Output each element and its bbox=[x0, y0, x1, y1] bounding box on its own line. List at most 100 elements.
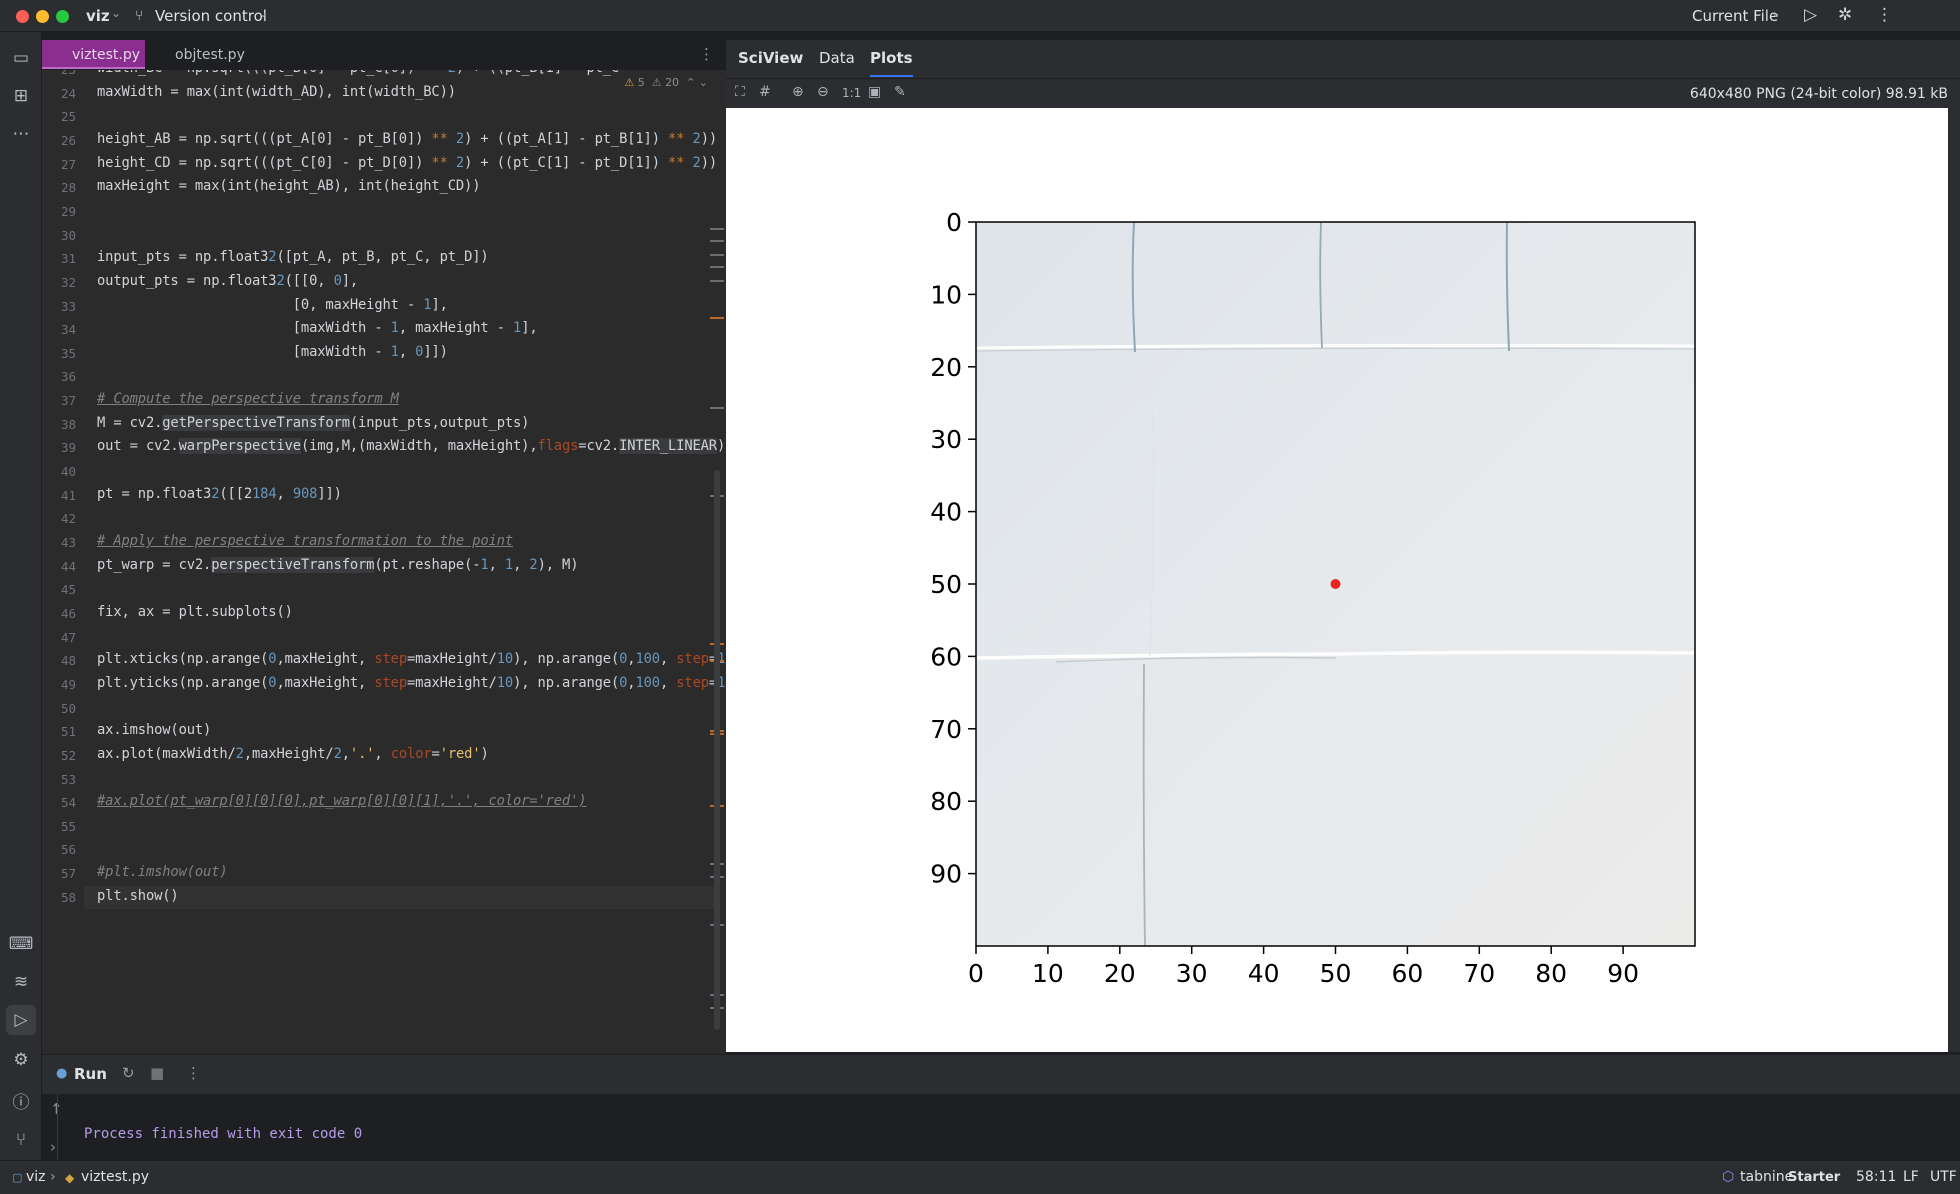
line-number: 30 bbox=[60, 227, 76, 243]
line-number: 52 bbox=[60, 747, 76, 763]
x-tick-label: 30 bbox=[1176, 959, 1208, 988]
zoom-out-icon[interactable]: ⊖ bbox=[817, 84, 829, 100]
stop-icon[interactable]: ■ bbox=[150, 1064, 164, 1082]
color-picker-icon[interactable]: ✎ bbox=[894, 84, 906, 100]
line-number: 39 bbox=[60, 440, 76, 456]
file-encoding[interactable]: UTF bbox=[1930, 1169, 1957, 1185]
actual-size-button[interactable]: 1:1 bbox=[842, 86, 861, 100]
stripe-mark bbox=[710, 240, 724, 242]
more-tools-icon[interactable]: ⋯ bbox=[9, 122, 33, 146]
image-info: 640x480 PNG (24-bit color) 98.91 kB bbox=[1689, 86, 1948, 102]
code-line: #ax.plot(pt_warp[0][0][0],pt_warp[0][0][… bbox=[97, 793, 587, 810]
editor-scrollbar[interactable] bbox=[714, 470, 720, 1030]
close-window-button[interactable] bbox=[16, 10, 29, 23]
git-icon[interactable]: ⑂ bbox=[9, 1128, 33, 1152]
y-tick-label: 10 bbox=[930, 280, 962, 309]
minimize-window-button[interactable] bbox=[36, 10, 49, 23]
y-tick-label: 40 bbox=[930, 498, 962, 527]
code-line: height_CD = np.sqrt(((pt_C[0] - pt_D[0])… bbox=[97, 154, 718, 171]
terminal-icon[interactable]: ⌨ bbox=[9, 932, 34, 956]
zoom-window-button[interactable] bbox=[56, 10, 69, 23]
tab-objtest[interactable]: objtest.py bbox=[145, 40, 265, 69]
zoom-in-icon[interactable]: ⊕ bbox=[792, 84, 804, 100]
tab-plots[interactable]: Plots bbox=[870, 49, 913, 77]
code-line: [maxWidth - 1, maxHeight - 1], bbox=[97, 320, 538, 337]
structure-icon[interactable]: ⊞ bbox=[9, 84, 33, 108]
background-icon[interactable]: ▣ bbox=[868, 84, 881, 100]
code-editor[interactable]: 23 24 25 26 27 28 29 30 31 32 33 34 35 36 37 38 39 40 41 42… bbox=[42, 70, 726, 1054]
more-icon[interactable]: ⋮ bbox=[186, 1064, 201, 1082]
code-line: # Compute the perspective transform M bbox=[97, 391, 399, 408]
plot-scroll-edge bbox=[1948, 108, 1960, 1052]
caret-position[interactable]: 58:11 bbox=[1856, 1169, 1896, 1185]
code-line: ax.imshow(out) bbox=[97, 722, 212, 739]
console-output: Process finished with exit code 0 bbox=[84, 1126, 363, 1142]
line-number: 36 bbox=[60, 369, 76, 385]
branch-icon: ⑂ bbox=[135, 8, 144, 24]
code-line: M = cv2.getPerspectiveTransform(input_pt… bbox=[97, 414, 530, 431]
inspection-widget[interactable]: ⚠ 5 ⚠ 20 ⌃ ⌄ bbox=[624, 76, 708, 89]
code-line: pt = np.float32([[2184, 908]]) bbox=[97, 485, 342, 502]
line-number: 38 bbox=[60, 416, 76, 432]
plot-viewer[interactable]: 0 10 20 30 40 50 60 70 80 90 0 10 20 30 40 50 60 70 80 90 bbox=[726, 108, 1948, 1052]
x-tick-label: 0 bbox=[968, 959, 984, 988]
tabs-more-icon[interactable]: ⋮ bbox=[699, 45, 714, 63]
x-tick-label: 50 bbox=[1320, 959, 1352, 988]
plot-figure: 0 10 20 30 40 50 60 70 80 90 0 10 20 30 40 50 60 70 80 90 bbox=[930, 208, 1696, 988]
run-tab-label[interactable]: Run bbox=[74, 1065, 107, 1083]
fit-screen-icon[interactable]: ⛶ bbox=[735, 84, 745, 100]
code-line: height_AB = np.sqrt(((pt_A[0] - pt_B[0])… bbox=[97, 130, 718, 147]
x-tick-label: 10 bbox=[1032, 959, 1064, 988]
x-tick-label: 20 bbox=[1104, 959, 1136, 988]
line-number: 40 bbox=[60, 464, 76, 480]
x-tick-label: 60 bbox=[1391, 959, 1423, 988]
tab-viztest[interactable]: viztest.py bbox=[42, 40, 145, 69]
chevron-down-icon[interactable]: ⌄ bbox=[258, 6, 268, 20]
line-number: 51 bbox=[60, 724, 76, 740]
line-separator[interactable]: LF bbox=[1903, 1169, 1919, 1185]
chevron-down-icon[interactable]: ⌄ bbox=[111, 6, 121, 20]
breadcrumb-file[interactable]: viztest.py bbox=[81, 1169, 149, 1185]
line-number: 28 bbox=[60, 180, 76, 196]
grid-icon[interactable]: # bbox=[759, 84, 771, 100]
tool-window-strip: ▭ ⊞ ⋯ ⌨ ≋ ▷ ⚙ ⓘ ⑂ bbox=[0, 32, 42, 1160]
run-icon[interactable]: ▷ bbox=[1804, 5, 1817, 25]
line-number: 44 bbox=[60, 558, 76, 574]
python-icon: ● bbox=[56, 1066, 68, 1081]
tabnine-label[interactable]: tabnine bbox=[1740, 1169, 1793, 1185]
breadcrumb-project[interactable]: viz bbox=[26, 1169, 46, 1185]
line-number: 56 bbox=[60, 842, 76, 858]
line-number: 45 bbox=[60, 582, 76, 598]
sciview-title: SciView bbox=[738, 49, 804, 67]
tab-data[interactable]: Data bbox=[819, 49, 855, 67]
sciview-header: SciView Data Plots bbox=[726, 40, 1960, 78]
rerun-icon[interactable]: ↻ bbox=[122, 1064, 135, 1082]
code-line: [maxWidth - 1, 0]]) bbox=[97, 343, 448, 360]
version-control-menu[interactable]: Version control bbox=[155, 7, 267, 25]
run-config-selector[interactable]: Current File bbox=[1692, 7, 1778, 25]
line-number: 41 bbox=[60, 487, 76, 503]
chevron-down-icon[interactable]: ⌄ bbox=[1771, 6, 1781, 20]
code-line: maxHeight = max(int(height_AB), int(heig… bbox=[97, 178, 481, 195]
run-tool-icon[interactable]: ▷ bbox=[6, 1005, 36, 1035]
line-number: 31 bbox=[60, 251, 76, 267]
line-number: 33 bbox=[60, 298, 76, 314]
more-icon[interactable]: ⋮ bbox=[1876, 5, 1893, 25]
project-name[interactable]: viz bbox=[86, 7, 110, 25]
run-console[interactable]: ↑ › Process finished with exit code 0 bbox=[42, 1094, 1960, 1160]
sciview-toolbar: ⛶ # ⊕ ⊖ 1:1 ▣ ✎ 640x480 PNG (24-bit colo… bbox=[726, 78, 1960, 108]
console-divider bbox=[57, 1094, 58, 1160]
code-line: plt.yticks(np.arange(0,maxHeight, step=m… bbox=[97, 674, 726, 691]
layers-icon[interactable]: ≋ bbox=[9, 970, 33, 994]
expand-icon[interactable]: › bbox=[50, 1138, 56, 1156]
line-number: 24 bbox=[60, 85, 76, 101]
tabnine-tier[interactable]: Starter bbox=[1788, 1170, 1840, 1185]
debug-icon[interactable]: ✲ bbox=[1838, 5, 1852, 25]
status-bar: ▢ viz › ◆ viztest.py ⬡ tabnine Starter 5… bbox=[0, 1160, 1960, 1194]
python-console-icon[interactable]: ⚙ bbox=[9, 1048, 33, 1072]
y-tick-label: 50 bbox=[930, 570, 962, 599]
code-line: #plt.imshow(out) bbox=[97, 864, 228, 881]
code-line: plt.show() bbox=[97, 887, 179, 904]
problems-icon[interactable]: ⓘ bbox=[9, 1088, 33, 1113]
project-folder-icon[interactable]: ▭ bbox=[9, 46, 33, 70]
